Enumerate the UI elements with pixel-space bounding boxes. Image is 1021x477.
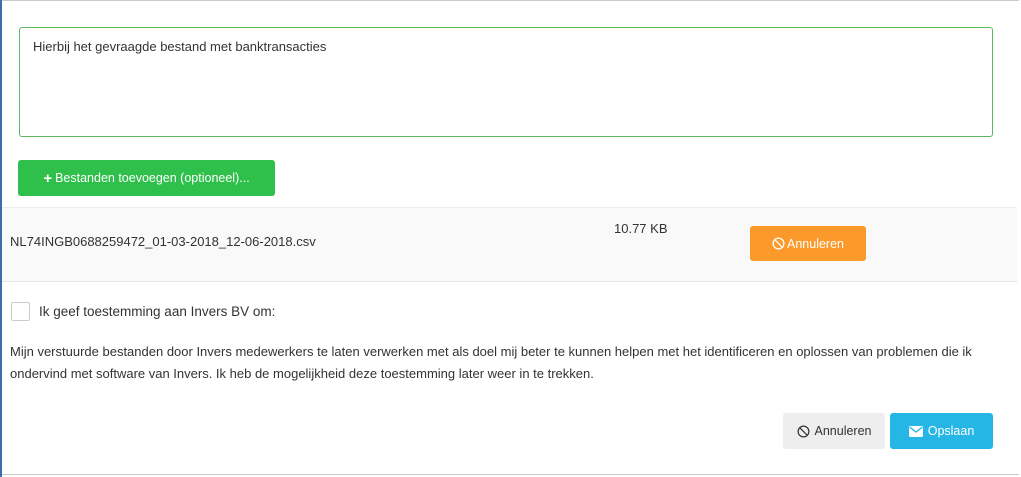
add-files-label: Bestanden toevoegen (optioneel)... (55, 171, 250, 185)
file-cancel-label: Annuleren (787, 236, 844, 251)
file-size: 10.77 KB (614, 221, 668, 236)
envelope-icon (908, 425, 923, 437)
ban-icon (772, 237, 785, 250)
consent-description: Mijn verstuurde bestanden door Invers me… (10, 344, 972, 381)
file-cancel-button[interactable]: Annuleren (750, 226, 866, 261)
plus-icon: + (43, 169, 53, 187)
consent-checkbox[interactable] (11, 302, 30, 321)
ban-icon (797, 425, 809, 437)
file-row: NL74INGB0688259472_01-03-2018_12-06-2018… (2, 207, 1017, 282)
message-text: Hierbij het gevraagde bestand met banktr… (33, 39, 327, 54)
cancel-button[interactable]: Annuleren (783, 413, 885, 449)
save-label: Opslaan (927, 424, 975, 438)
consent-row: Ik geef toestemming aan Invers BV om: (11, 302, 275, 321)
message-textarea[interactable]: Hierbij het gevraagde bestand met banktr… (19, 27, 993, 137)
file-name: NL74INGB0688259472_01-03-2018_12-06-2018… (10, 234, 316, 249)
add-files-button[interactable]: + Bestanden toevoegen (optioneel)... (18, 160, 275, 196)
save-button[interactable]: Opslaan (890, 413, 993, 449)
consent-label: Ik geef toestemming aan Invers BV om: (39, 304, 276, 319)
cancel-label: Annuleren (814, 424, 872, 438)
